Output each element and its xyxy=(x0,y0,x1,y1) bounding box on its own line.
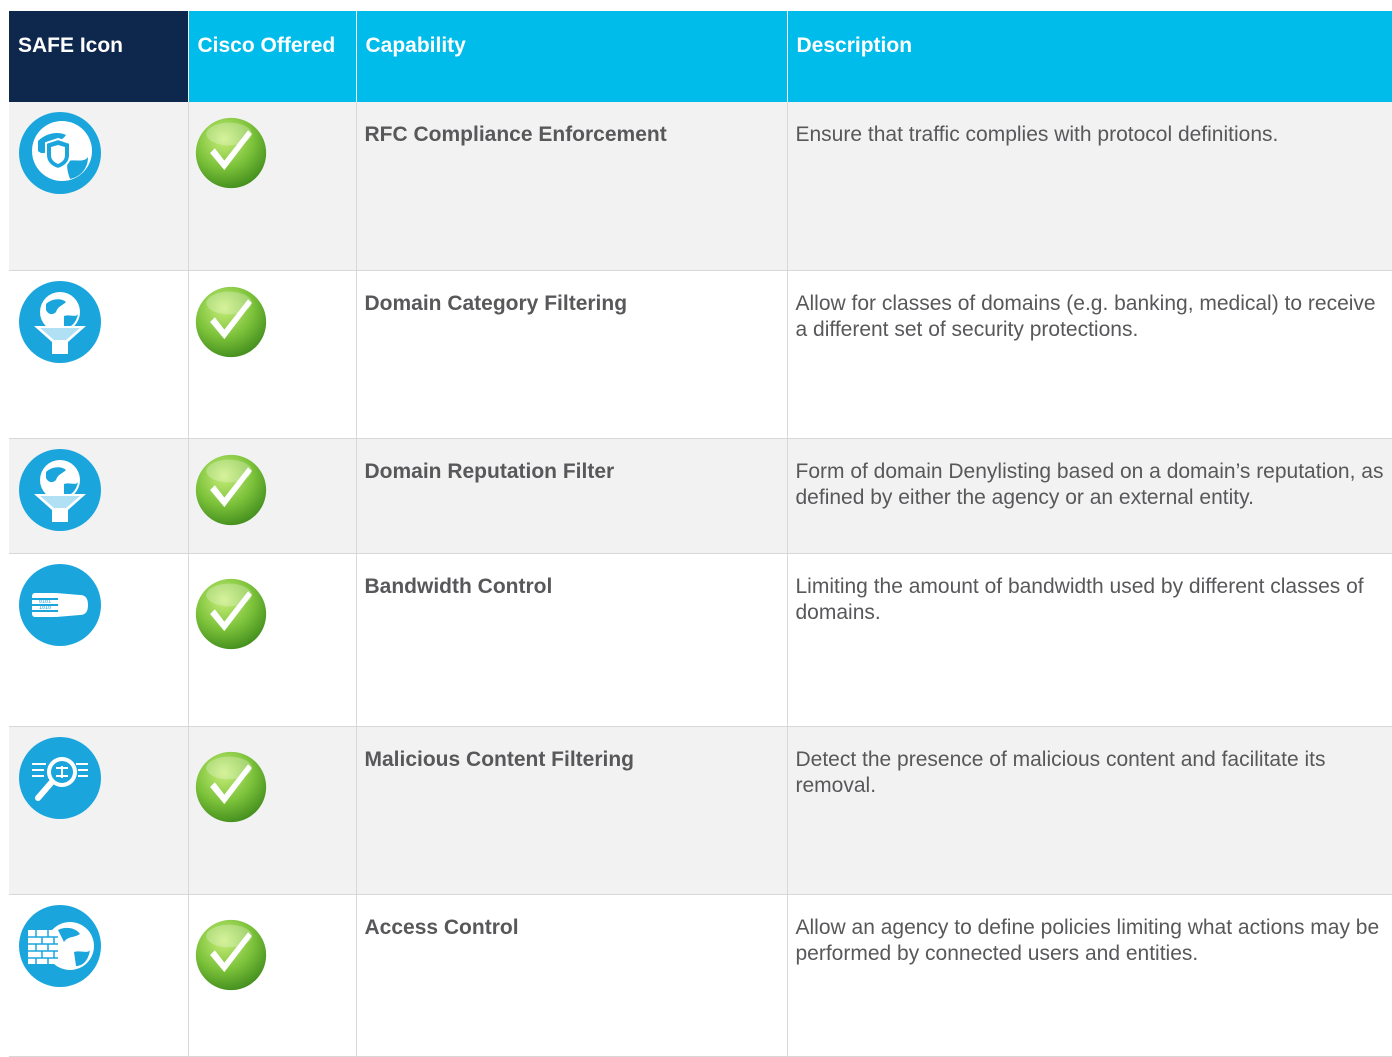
check-icon xyxy=(193,452,269,528)
header-capability: Capability xyxy=(356,11,788,102)
header-safe-icon: SAFE Icon xyxy=(9,11,189,102)
table-row: RFC Compliance Enforcement Ensure that t… xyxy=(9,102,1392,271)
globe-shield-icon xyxy=(18,111,102,195)
capability-description: Form of domain Denylisting based on a do… xyxy=(787,438,1392,554)
capability-description: Limiting the amount of bandwidth used by… xyxy=(787,553,1392,727)
capability-description: Ensure that traffic complies with protoc… xyxy=(787,102,1392,271)
capability-name: Access Control xyxy=(356,894,788,1057)
capability-description: Detect the presence of malicious content… xyxy=(787,726,1392,895)
capabilities-table: SAFE Icon Cisco Offered Capability Descr… xyxy=(9,11,1392,1057)
table-row: Domain Reputation Filter Form of domain … xyxy=(9,438,1392,554)
globe-filter-icon xyxy=(18,280,102,364)
capability-name: Malicious Content Filtering xyxy=(356,726,788,895)
check-icon xyxy=(193,917,269,993)
check-icon xyxy=(193,576,269,652)
capability-description: Allow an agency to define policies limit… xyxy=(787,894,1392,1057)
capability-name: Domain Reputation Filter xyxy=(356,438,788,554)
check-icon xyxy=(193,749,269,825)
capability-name: Bandwidth Control xyxy=(356,553,788,727)
firewall-globe-icon xyxy=(18,904,102,988)
magnifier-content-icon xyxy=(18,736,102,820)
check-icon xyxy=(193,284,269,360)
capability-name: Domain Category Filtering xyxy=(356,270,788,439)
capability-description: Allow for classes of domains (e.g. banki… xyxy=(787,270,1392,439)
table-row: Bandwidth Control Limiting the amount of… xyxy=(9,553,1392,727)
table-header-row: SAFE Icon Cisco Offered Capability Descr… xyxy=(9,11,1392,102)
bandwidth-hand-icon xyxy=(18,563,102,647)
table-row: Malicious Content Filtering Detect the p… xyxy=(9,726,1392,895)
table-row: Access Control Allow an agency to define… xyxy=(9,894,1392,1057)
check-icon xyxy=(193,115,269,191)
header-cisco-offered: Cisco Offered xyxy=(188,11,357,102)
table-row: Domain Category Filtering Allow for clas… xyxy=(9,270,1392,439)
header-description: Description xyxy=(787,11,1392,102)
globe-filter-icon xyxy=(18,448,102,532)
capability-name: RFC Compliance Enforcement xyxy=(356,102,788,271)
